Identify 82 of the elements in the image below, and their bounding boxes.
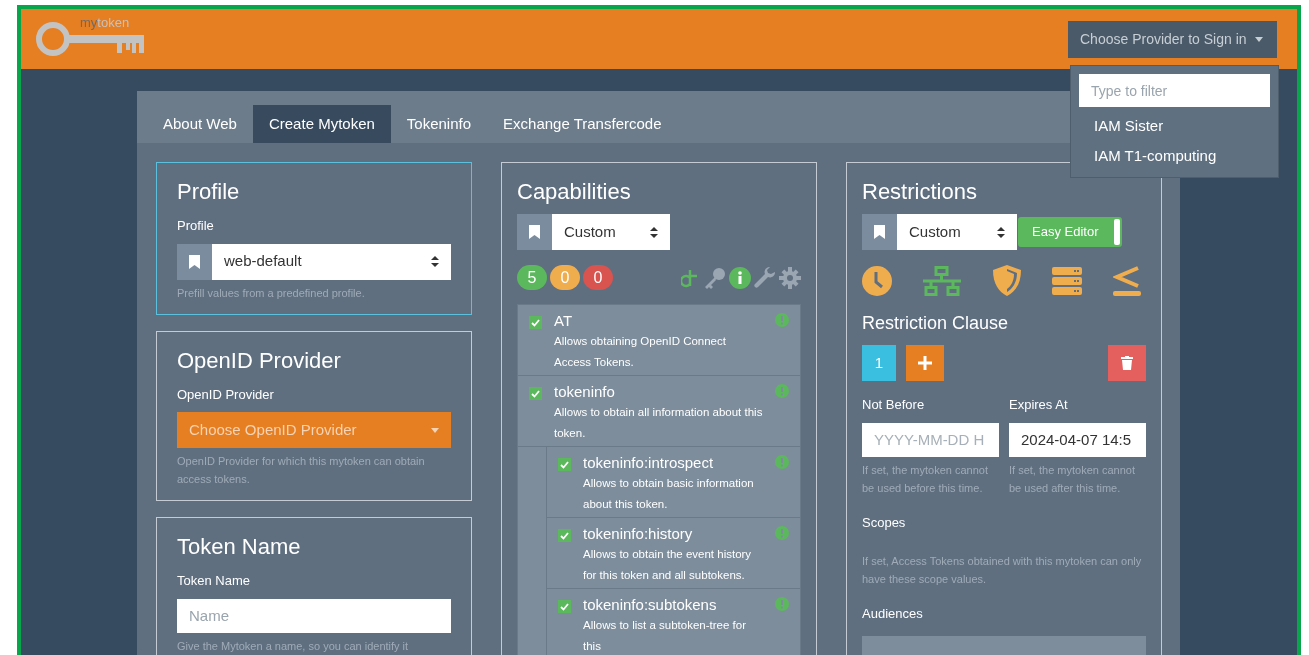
- provider-option[interactable]: IAM T1-computing: [1079, 137, 1270, 167]
- help-text: Prefill values from a predefined profile.: [177, 285, 366, 301]
- capability-name: tokeninfo:introspect: [583, 453, 715, 473]
- bookmark-icon: [874, 225, 885, 239]
- card-title: Profile: [177, 178, 241, 206]
- clause-tab[interactable]: 1: [862, 345, 896, 381]
- profile-select[interactable]: web-default: [212, 243, 451, 280]
- exclamation-icon: [775, 455, 789, 469]
- tab[interactable]: Tokeninfo: [390, 105, 488, 143]
- date-field[interactable]: YYYY-MM-DD H: [862, 422, 999, 457]
- exclamation-icon: [775, 597, 789, 611]
- network-icon: [922, 265, 961, 296]
- checkbox[interactable]: [558, 529, 571, 542]
- card-title: Token Name: [177, 533, 302, 561]
- exclamation-icon: [775, 384, 789, 398]
- clock-icon: [862, 265, 892, 296]
- checkbox[interactable]: [529, 316, 542, 329]
- exclamation-icon: [775, 526, 789, 540]
- delete-button[interactable]: [1108, 345, 1146, 381]
- help-text: If set, the mytoken cannot be used before this time.: [862, 462, 989, 496]
- capability-description: Allows to list a subtoken-tree for this: [583, 618, 747, 654]
- checkbox[interactable]: [558, 458, 571, 471]
- bookmark-icon: [529, 225, 540, 239]
- bookmark-icon: [189, 254, 200, 269]
- capability-name: tokeninfo: [554, 382, 616, 402]
- checkbox[interactable]: [558, 600, 571, 613]
- capability-description: Allows to obtain the event history for this token and all subtokens.: [583, 547, 753, 583]
- capability-description: Allows obtaining OpenID Connect Access Tokens.: [554, 334, 727, 370]
- help-text: If set, Access Tokens obtained with this mytoken can only have these scope values.: [862, 554, 1143, 587]
- filter-field[interactable]: Type to filter: [1079, 74, 1270, 107]
- caret-icon: [1254, 36, 1263, 42]
- sort-icon: [431, 256, 439, 267]
- trash-icon: [1121, 356, 1133, 370]
- key-icon: [703, 266, 727, 289]
- capability-item[interactable]: AT Allows obtaining OpenID Connect Access Tokens.: [518, 305, 800, 376]
- sign-in-dropdown-button[interactable]: Choose Provider to Sign in: [1068, 20, 1277, 58]
- help-text: Give the Mytoken a name, so you can identify it: [177, 638, 410, 654]
- help-text: If set, the mytoken cannot be used after this time.: [1009, 462, 1136, 496]
- tab[interactable]: About Web: [147, 105, 253, 143]
- card-title: OpenID Provider: [177, 346, 342, 375]
- tab[interactable]: Exchange Transfercode: [487, 105, 678, 143]
- field-label: Audiences: [862, 605, 924, 623]
- sort-icon: [650, 226, 658, 238]
- date-field[interactable]: 2024-04-07 14:5: [1009, 422, 1146, 457]
- field-label: OpenID Provider: [177, 385, 275, 404]
- caret-icon: [431, 427, 439, 433]
- easy-editor-toggle[interactable]: Easy Editor: [1018, 217, 1122, 247]
- name-field[interactable]: Name: [177, 598, 451, 633]
- field-label: Scopes: [862, 513, 907, 532]
- shield-icon: [991, 265, 1022, 296]
- less-equal-icon: [1113, 265, 1141, 296]
- logo-text: mytoken: [80, 16, 130, 30]
- field-label: Token Name: [177, 572, 251, 590]
- preset-select[interactable]: Custom: [897, 214, 1017, 250]
- sort-icon: [997, 226, 1005, 238]
- count-badge: 0: [550, 265, 580, 290]
- tab[interactable]: Create Mytoken: [252, 105, 391, 143]
- server-icon: [1052, 266, 1083, 295]
- card-title: Capabilities: [517, 178, 632, 206]
- count-badge: 0: [583, 265, 613, 290]
- field-label: Expires At: [1009, 396, 1069, 414]
- card-title: Restrictions: [862, 178, 978, 206]
- capability-name: tokeninfo:history: [583, 524, 694, 544]
- capability-name: AT: [554, 311, 574, 331]
- info-icon: [729, 266, 751, 289]
- gear-icon: [779, 266, 801, 289]
- provider-option[interactable]: IAM Sister: [1079, 107, 1270, 137]
- count-badge: 5: [517, 265, 547, 290]
- field-label: Profile: [177, 217, 215, 235]
- section-title: Restriction Clause: [862, 312, 1010, 335]
- help-text: OpenID Provider for which this mytoken can obtain access tokens.: [177, 454, 426, 487]
- checkbox[interactable]: [529, 387, 542, 400]
- preset-select[interactable]: Custom: [552, 214, 670, 250]
- exclamation-icon: [775, 313, 789, 327]
- field-label: Not Before: [862, 396, 926, 414]
- capability-description: Allows to obtain basic information about this token.: [583, 476, 755, 512]
- add-button[interactable]: [906, 345, 944, 381]
- plus-icon: [918, 356, 932, 370]
- capability-description: Allows to obtain all information about this token.: [554, 405, 763, 441]
- wrench-icon: [753, 266, 777, 289]
- capability-item[interactable]: tokeninfo Allows to obtain all information about this token.: [518, 376, 800, 447]
- capability-name: tokeninfo:subtokens: [583, 595, 718, 615]
